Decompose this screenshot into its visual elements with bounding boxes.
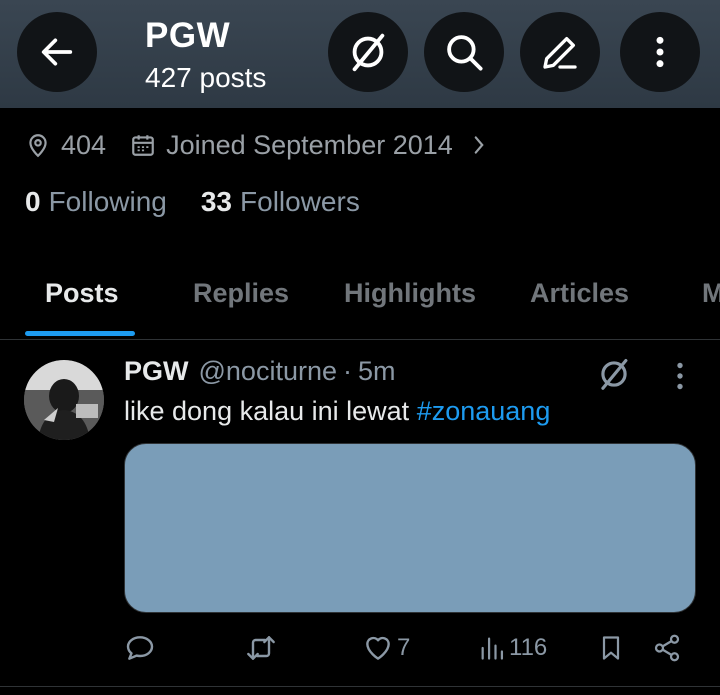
hashtag-link[interactable]: #zonauang: [417, 396, 551, 426]
views-chart-icon: [481, 637, 504, 660]
following-count: 0: [25, 186, 41, 217]
grok-button[interactable]: [328, 12, 408, 92]
header-title: PGW: [145, 16, 231, 55]
calendar-icon: [130, 132, 156, 158]
share-icon: [654, 634, 680, 662]
repost-icon: [247, 636, 275, 660]
followers-count: 33: [200, 186, 233, 217]
location-text: 404: [61, 129, 107, 160]
search-icon: [447, 35, 483, 71]
grok-icon: [352, 33, 385, 72]
tab-posts[interactable]: Posts: [45, 278, 119, 309]
edit-button[interactable]: [520, 12, 600, 92]
profile-header: PGW 427 posts: [0, 0, 720, 108]
post-body: like dong kalau ini lewat: [124, 396, 410, 426]
tab-media[interactable]: M: [702, 278, 720, 309]
post-timestamp: 5m: [357, 356, 396, 386]
post-header: PGW @nociturne · 5m: [124, 356, 396, 387]
post-more-button[interactable]: [668, 358, 692, 399]
chevron-right-icon[interactable]: [471, 132, 487, 158]
like-count: 7: [397, 634, 411, 661]
tab-articles[interactable]: Articles: [530, 278, 629, 309]
pencil-icon: [543, 37, 577, 69]
reply-icon: [126, 636, 154, 660]
post-author-name[interactable]: PGW: [124, 356, 189, 387]
post-author-handle[interactable]: @nociturne: [199, 356, 337, 387]
post-text: like dong kalau ini lewat #zonauang: [124, 396, 550, 427]
view-count: 116: [509, 634, 548, 661]
search-button[interactable]: [424, 12, 504, 92]
post-divider: [0, 686, 720, 687]
more-options-button[interactable]: [620, 12, 700, 92]
profile-tabs: Posts Replies Highlights Articles M: [0, 268, 720, 340]
more-vertical-icon: [677, 362, 683, 390]
like-button[interactable]: 7: [362, 632, 410, 664]
follow-stats: 0 Following 33 Followers: [25, 186, 360, 218]
location-pin-icon: [25, 132, 51, 158]
avatar[interactable]: [24, 360, 104, 440]
followers-link[interactable]: 33 Followers: [201, 186, 360, 218]
more-vertical-icon: [656, 36, 664, 68]
active-tab-indicator: [25, 331, 135, 336]
post-grok-button[interactable]: [595, 355, 633, 398]
post-media[interactable]: [124, 443, 696, 613]
bookmark-icon: [602, 636, 620, 660]
tab-replies[interactable]: Replies: [193, 278, 289, 309]
reply-button[interactable]: [124, 632, 156, 664]
following-link[interactable]: 0 Following: [25, 186, 167, 218]
header-post-count: 427 posts: [145, 62, 267, 93]
joined-date: Joined September 2014: [166, 129, 453, 160]
share-button[interactable]: [652, 632, 682, 664]
tab-highlights[interactable]: Highlights: [344, 278, 476, 309]
back-button[interactable]: [17, 12, 97, 92]
profile-meta: 404 Joined September 2014: [25, 128, 487, 162]
repost-button[interactable]: [244, 632, 278, 664]
back-arrow-icon: [41, 38, 73, 66]
post-separator: ·: [342, 356, 352, 386]
grok-icon: [601, 358, 628, 390]
followers-label: Followers: [240, 186, 360, 217]
following-label: Following: [48, 186, 167, 217]
bookmark-button[interactable]: [597, 632, 625, 664]
heart-icon: [366, 636, 390, 660]
views-button[interactable]: 116: [478, 632, 547, 664]
